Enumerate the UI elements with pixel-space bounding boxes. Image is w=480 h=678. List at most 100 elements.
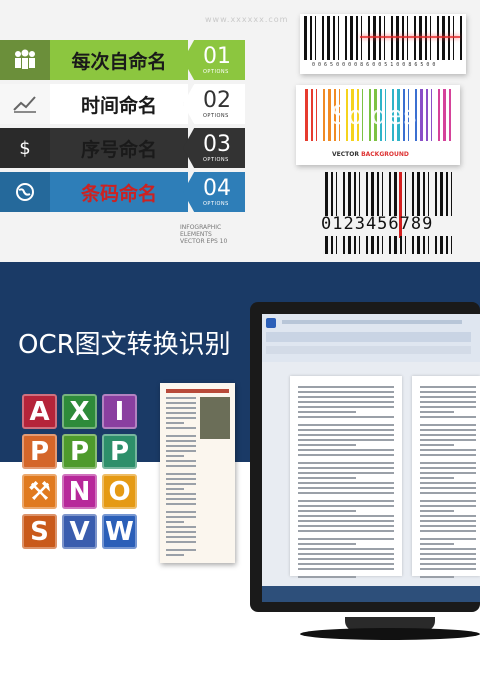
barcode-bar bbox=[336, 236, 337, 254]
text-line bbox=[166, 503, 196, 505]
text-line bbox=[298, 500, 394, 502]
text-line bbox=[166, 526, 196, 528]
text-line bbox=[298, 424, 394, 426]
formatting-toolbar-2[interactable] bbox=[266, 346, 471, 354]
option-number-badge: 02 OPTIONS bbox=[183, 84, 245, 124]
barcode-bar bbox=[305, 89, 308, 141]
barcode-bar bbox=[304, 16, 307, 60]
office-app-tile[interactable]: P bbox=[22, 434, 57, 469]
naming-option-row[interactable]: 时间命名 bbox=[0, 84, 188, 124]
barcode-digits-small: 0 0 6 5 0 0 0 0 8 6 0 0 5 1 0 0 8 6 5 0 … bbox=[312, 62, 436, 68]
menu-bar[interactable] bbox=[282, 320, 462, 324]
text-line bbox=[298, 558, 394, 560]
document-text-lines bbox=[166, 397, 196, 559]
text-line bbox=[420, 543, 454, 545]
taskbar[interactable] bbox=[262, 586, 480, 602]
text-line bbox=[298, 515, 394, 517]
text-line bbox=[298, 520, 394, 522]
naming-option-label: 序号命名 bbox=[50, 128, 188, 168]
barcode-bar bbox=[359, 172, 360, 216]
text-line bbox=[420, 411, 454, 413]
document-page-2[interactable] bbox=[412, 376, 480, 578]
text-line bbox=[298, 386, 394, 388]
text-line bbox=[420, 401, 476, 403]
barcode-bar bbox=[361, 16, 362, 60]
barcode-bar bbox=[443, 89, 446, 141]
option-number: 02 bbox=[203, 87, 231, 113]
text-line bbox=[166, 397, 196, 399]
text-line bbox=[166, 483, 196, 485]
office-app-tile[interactable]: O bbox=[102, 474, 137, 509]
barcode-bar bbox=[405, 172, 406, 216]
barcode-brand-text: Soides bbox=[331, 101, 417, 131]
barcode-sample-3: 0123456789 bbox=[303, 172, 463, 262]
office-app-tile[interactable]: P bbox=[62, 434, 97, 469]
office-app-tile[interactable]: N bbox=[62, 474, 97, 509]
naming-option-row[interactable]: $ 序号命名 bbox=[0, 128, 188, 168]
text-line bbox=[420, 472, 476, 474]
office-app-tile[interactable]: A bbox=[22, 394, 57, 429]
trend-chart-icon bbox=[0, 84, 50, 124]
naming-option-row[interactable]: 每次自命名 bbox=[0, 40, 188, 80]
text-line bbox=[298, 492, 394, 494]
text-line bbox=[166, 488, 184, 490]
people-icon bbox=[0, 40, 50, 80]
text-line bbox=[298, 449, 394, 451]
text-line bbox=[166, 450, 196, 452]
ocr-title: OCR图文转换识别 bbox=[18, 330, 231, 360]
text-line bbox=[298, 487, 394, 489]
barcode-bar bbox=[371, 236, 374, 254]
office-app-tile[interactable]: W bbox=[102, 514, 137, 549]
text-line bbox=[298, 505, 394, 507]
text-line bbox=[420, 439, 476, 441]
text-line bbox=[166, 536, 196, 538]
office-app-tile[interactable]: I bbox=[102, 394, 137, 429]
barcode-bar bbox=[354, 172, 356, 216]
barcode-bar bbox=[310, 16, 312, 60]
text-line bbox=[420, 454, 476, 456]
barcode-bar bbox=[431, 89, 432, 141]
barcode-bar bbox=[359, 236, 360, 254]
text-line bbox=[298, 525, 394, 527]
text-line bbox=[420, 510, 454, 512]
text-line bbox=[166, 521, 184, 523]
barcode-bar bbox=[442, 16, 445, 60]
document-page[interactable] bbox=[290, 376, 402, 578]
text-line bbox=[420, 462, 476, 464]
barcode-bars bbox=[304, 16, 462, 60]
option-number-badge: 03 OPTIONS bbox=[183, 128, 245, 168]
barcode-bar bbox=[373, 16, 376, 60]
barcode-bar bbox=[435, 172, 437, 216]
naming-option-row[interactable]: 条码命名 bbox=[0, 172, 188, 212]
barcode-bar bbox=[419, 16, 422, 60]
office-app-tile[interactable]: V bbox=[62, 514, 97, 549]
office-app-tile[interactable]: X bbox=[62, 394, 97, 429]
barcode-bar bbox=[389, 172, 391, 216]
formatting-toolbar[interactable] bbox=[266, 332, 471, 342]
text-line bbox=[420, 467, 476, 469]
text-line bbox=[298, 563, 394, 565]
text-line bbox=[420, 444, 454, 446]
barcode-bar bbox=[356, 16, 358, 60]
office-app-tile[interactable]: P bbox=[102, 434, 137, 469]
text-line bbox=[166, 455, 184, 457]
text-line bbox=[166, 478, 196, 480]
text-line bbox=[298, 434, 394, 436]
barcode-bar bbox=[336, 172, 337, 216]
text-line bbox=[420, 558, 476, 560]
barcode-bars bbox=[325, 172, 452, 216]
office-app-tile[interactable]: ⚒ bbox=[22, 474, 57, 509]
office-app-tile[interactable]: S bbox=[22, 514, 57, 549]
barcode-bar bbox=[377, 236, 379, 254]
text-line bbox=[166, 465, 196, 467]
text-line bbox=[166, 407, 196, 409]
barcode-bar bbox=[451, 172, 452, 216]
text-line bbox=[298, 530, 394, 532]
text-line bbox=[166, 493, 196, 495]
barcode-bar bbox=[423, 236, 425, 254]
app-icon[interactable] bbox=[266, 318, 276, 328]
barcode-bar bbox=[405, 236, 406, 254]
barcode-bar bbox=[448, 16, 450, 60]
word-processor-screen bbox=[262, 314, 480, 602]
barcode-bar bbox=[451, 236, 452, 254]
